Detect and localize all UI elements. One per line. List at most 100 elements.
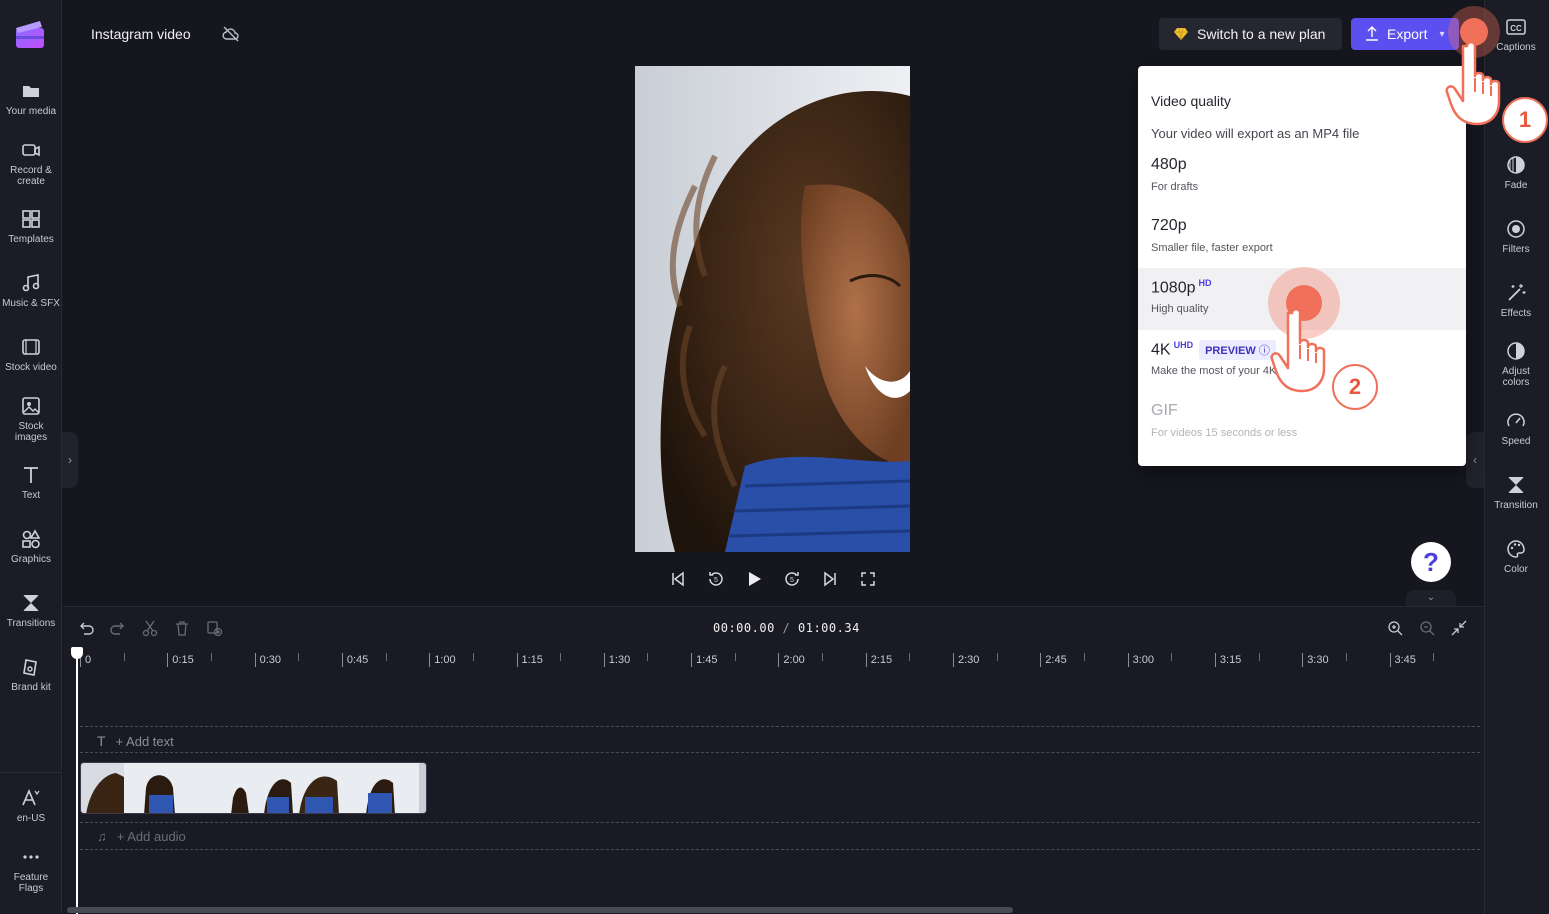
ruler-tick-label: 3:30 <box>1302 653 1329 667</box>
playhead[interactable] <box>71 647 83 914</box>
ruler-minor-tick <box>909 653 911 661</box>
ruler-tick-label: 1:15 <box>516 653 543 667</box>
add-text-track[interactable]: T + Add text <box>97 733 174 749</box>
timeline-ruler[interactable]: 0 0:15 0:30 0:45 1:00 1:15 1:30 1:45 2:00 2:15 2:3… <box>78 649 1483 671</box>
add-text-label: + Add text <box>115 733 174 749</box>
sidebar-item-label: Graphics <box>10 554 51 565</box>
sidebar-item-feature-flags[interactable]: Feature Flags <box>0 846 62 894</box>
film-icon <box>20 336 42 358</box>
duplicate-icon[interactable] <box>205 619 223 637</box>
sidebar-item-effects[interactable]: Effects <box>1485 282 1547 319</box>
sidebar-divider <box>0 772 62 773</box>
sidebar-item-music-sfx[interactable]: Music & SFX <box>0 272 62 309</box>
fullscreen-icon[interactable] <box>858 569 878 589</box>
timeline: 00:00.00 / 01:00.34 0 0:15 0:30 0:45 1:00 1:1… <box>63 606 1484 914</box>
step-1-badge: 1 <box>1502 97 1548 143</box>
language-icon <box>20 787 42 809</box>
sidebar-item-label: Music & SFX <box>2 298 60 309</box>
quality-option-720p[interactable]: 720p Smaller file, faster export <box>1138 207 1466 269</box>
video-clip[interactable] <box>80 762 427 814</box>
video-preview[interactable] <box>635 66 910 552</box>
sidebar-item-color[interactable]: Color <box>1485 538 1547 575</box>
sidebar-item-transition[interactable]: Transition <box>1485 474 1547 511</box>
project-title[interactable]: Instagram video <box>91 26 191 42</box>
ruler-tick-label: 1:30 <box>603 653 630 667</box>
add-audio-label: + Add audio <box>116 829 186 844</box>
sidebar-item-label: Color <box>1504 564 1528 575</box>
option-description: Make the most of your 4K <box>1151 365 1277 377</box>
sidebar-item-brand-kit[interactable]: Brand kit <box>0 656 62 693</box>
ruler-minor-tick <box>647 653 649 661</box>
zoom-in-icon[interactable] <box>1386 619 1404 637</box>
svg-text:5: 5 <box>714 577 718 584</box>
sidebar-item-stock-video[interactable]: Stock video <box>0 336 62 373</box>
ruler-minor-tick <box>996 653 998 661</box>
playback-controls: 5 5 <box>668 566 878 592</box>
total-time: 01:00.34 <box>798 621 860 635</box>
help-button[interactable]: ? <box>1411 542 1451 582</box>
filters-icon <box>1505 218 1527 240</box>
diamond-icon <box>1173 26 1189 42</box>
split-icon[interactable] <box>141 619 159 637</box>
sidebar-item-graphics[interactable]: Graphics <box>0 528 62 565</box>
svg-text:5: 5 <box>790 577 794 584</box>
forward-5s-icon[interactable]: 5 <box>782 569 802 589</box>
ruler-minor-tick <box>734 653 736 661</box>
sidebar-item-filters[interactable]: Filters <box>1485 218 1547 255</box>
audio-track-top-border <box>80 822 1480 823</box>
redo-icon[interactable] <box>109 619 127 637</box>
zoom-out-icon[interactable] <box>1418 619 1436 637</box>
option-label: 1080p <box>1151 279 1196 297</box>
fade-icon <box>1505 154 1527 176</box>
chevron-right-icon: › <box>68 453 72 467</box>
sidebar-item-record-create[interactable]: Record & create <box>0 139 62 187</box>
effects-icon <box>1505 282 1527 304</box>
preview-frame-image <box>635 66 910 552</box>
export-label: Export <box>1387 26 1428 42</box>
sidebar-item-label: Transition <box>1494 500 1538 511</box>
sidebar-item-templates[interactable]: Templates <box>0 208 62 245</box>
sidebar-item-speed[interactable]: Speed <box>1485 410 1547 447</box>
ruler-tick-label: 0:45 <box>341 653 368 667</box>
clipchamp-logo[interactable] <box>14 18 46 50</box>
timeline-scrollbar[interactable] <box>67 907 1013 913</box>
sidebar-item-label: Adjust colors <box>1502 366 1530 388</box>
fit-timeline-icon[interactable] <box>1450 619 1468 637</box>
delete-icon[interactable] <box>173 619 191 637</box>
sidebar-item-label: en-US <box>16 813 46 824</box>
info-icon[interactable]: ⓘ <box>1259 345 1270 357</box>
quality-option-480p[interactable]: 480p For drafts <box>1138 146 1466 208</box>
text-track-top-border <box>80 726 1480 727</box>
undo-icon[interactable] <box>77 619 95 637</box>
sidebar-item-adjust-colors[interactable]: Adjust colors <box>1485 340 1547 388</box>
export-button[interactable]: Export ▾ <box>1351 18 1459 50</box>
play-icon[interactable] <box>744 569 764 589</box>
sidebar-item-fade[interactable]: Fade <box>1485 154 1547 191</box>
option-label: GIF <box>1151 402 1178 419</box>
chevron-down-icon: ⌄ <box>1426 592 1436 603</box>
skip-to-end-icon[interactable] <box>820 569 840 589</box>
captions-icon: CC <box>1505 16 1527 38</box>
rewind-5s-icon[interactable]: 5 <box>706 569 726 589</box>
sidebar-item-your-media[interactable]: Your media <box>0 80 62 117</box>
menu-subtitle: Your video will export as an MP4 file <box>1151 126 1360 141</box>
sidebar-item-transitions[interactable]: Transitions <box>0 592 62 629</box>
help-collapse-button[interactable]: ⌄ <box>1406 590 1456 606</box>
option-label: 720p <box>1151 217 1187 234</box>
skip-to-start-icon[interactable] <box>668 569 688 589</box>
ruler-minor-tick <box>1258 653 1260 661</box>
left-sidebar: Your media Record & create Templates Mus… <box>0 0 62 914</box>
transition-icon <box>1505 474 1527 496</box>
app-window: Your media Record & create Templates Mus… <box>0 0 1549 914</box>
add-audio-track[interactable]: ♫ + Add audio <box>97 829 186 844</box>
left-panel-expand-button[interactable]: › <box>62 432 78 488</box>
sidebar-item-text[interactable]: Text <box>0 464 62 501</box>
clip-thumbnails <box>81 763 426 813</box>
ruler-minor-tick <box>822 653 824 661</box>
sidebar-item-stock-images[interactable]: Stock images <box>0 395 62 443</box>
sidebar-item-language[interactable]: en-US <box>0 787 62 824</box>
sidebar-item-label: Record & create <box>10 165 52 187</box>
switch-plan-button[interactable]: Switch to a new plan <box>1159 18 1342 50</box>
sidebar-item-label: Feature Flags <box>13 872 49 894</box>
right-panel-collapse-button[interactable]: ‹ <box>1466 432 1484 488</box>
